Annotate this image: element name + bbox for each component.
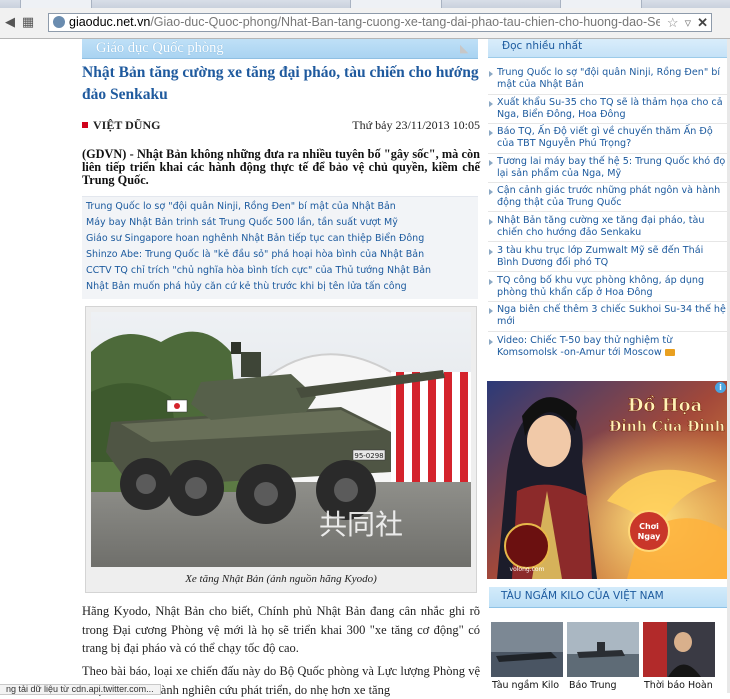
kilo-section-header: TÀU NGẦM KILO CỦA VIỆT NAM: [489, 587, 728, 608]
back-icon[interactable]: ◀: [2, 15, 18, 31]
related-link[interactable]: Máy bay Nhật Bản trinh sát Trung Quốc 50…: [86, 217, 398, 228]
browser-tab[interactable]: [350, 0, 442, 8]
related-links: Trung Quốc lo sợ "đội quân Ninji, Rồng Đ…: [82, 196, 478, 299]
ad-title-1: Đồ Họa: [628, 394, 703, 416]
popular-item[interactable]: Trung Quốc lo sợ "đội quân Ninji, Rồng Đ…: [489, 67, 727, 91]
close-icon[interactable]: ✕: [697, 14, 708, 31]
photo-watermark: 共同社: [319, 508, 403, 541]
article-meta: VIỆT DŨNG Thứ bảy 23/11/2013 10:05: [82, 118, 480, 134]
ad-cta-1: Chơi: [639, 522, 659, 531]
related-link[interactable]: Giáo sư Singapore hoan nghênh Nhật Bản t…: [86, 233, 424, 244]
divider: [488, 301, 730, 302]
article-figure: 95-0298 共同社 Xe tăng Nhật Bản (ảnh nguồn …: [85, 306, 477, 593]
ad-title-2: Đỉnh Của Đỉnh: [609, 418, 725, 435]
url-host: giaoduc.net.vn: [69, 15, 151, 29]
popular-item[interactable]: Báo TQ, Ấn Độ viết gì về chuyến thăm Ấn …: [489, 126, 727, 150]
article-paragraph: Hãng Kyodo, Nhật Bản cho biết, Chính phủ…: [82, 604, 480, 655]
related-link[interactable]: CCTV TQ chỉ trích "chủ nghĩa hòa bình tí…: [86, 265, 431, 276]
divider: [488, 211, 730, 212]
tank-plate: 95-0298: [354, 452, 383, 460]
kilo-section-title[interactable]: TÀU NGẦM KILO CỦA VIỆT NAM: [501, 590, 664, 602]
thumbnail-image[interactable]: [567, 622, 639, 677]
divider: [488, 182, 730, 183]
site-favicon-icon: [53, 16, 65, 28]
dropdown-icon[interactable]: ▿: [685, 14, 692, 31]
bullet-icon: [489, 279, 493, 285]
bullet-icon: [489, 130, 493, 136]
bullet-icon: [489, 189, 493, 195]
divider: [488, 271, 730, 272]
bullet-icon: [489, 71, 493, 77]
url-path: /Giao-duc-Quoc-phong/Nhat-Ban-tang-cuong…: [150, 15, 712, 29]
thumbnail-caption[interactable]: Báo Trung: [569, 680, 617, 691]
divider: [488, 123, 730, 124]
article-lead: (GDVN) - Nhật Bản không những đưa ra nhi…: [82, 147, 480, 187]
popular-item[interactable]: Video: Chiếc T-50 bay thử nghiệm từ Koms…: [489, 335, 727, 359]
divider: [488, 331, 730, 332]
popular-item[interactable]: Cận cảnh giác trước những phát ngôn và h…: [489, 185, 727, 209]
thumbnail-image[interactable]: [643, 622, 715, 677]
section-label[interactable]: Giáo dục Quốc phòng: [96, 39, 224, 57]
tab-strip: [0, 0, 730, 8]
address-bar[interactable]: giaoduc.net.vn/Giao-duc-Quoc-phong/Nhat-…: [48, 13, 712, 32]
popular-item[interactable]: TQ công bố khu vực phòng không, áp dụng …: [489, 275, 727, 299]
browser-tab[interactable]: [20, 0, 92, 8]
thumbnail-caption[interactable]: Tàu ngầm Kilo: [492, 680, 559, 691]
popular-item[interactable]: Nga biên chế thêm 3 chiếc Sukhoi Su-34 t…: [489, 304, 727, 328]
popular-title: Đọc nhiều nhất: [502, 40, 583, 52]
tank-illustration: 95-0298 共同社: [91, 312, 471, 567]
article-author: VIỆT DŨNG: [93, 118, 161, 132]
video-icon: [664, 348, 675, 356]
popular-item[interactable]: Xuất khẩu Su-35 cho TQ sẽ là thảm họa ch…: [489, 97, 727, 121]
popular-list: Trung Quốc lo sợ "đội quân Ninji, Rồng Đ…: [488, 58, 730, 368]
popular-item[interactable]: Nhật Bản tăng cường xe tăng đại pháo, tà…: [489, 215, 727, 239]
divider: [488, 153, 730, 154]
bullet-icon: [489, 308, 493, 314]
divider: [488, 241, 730, 242]
author-marker-icon: [82, 122, 88, 128]
address-actions: ☆ ▿ ✕: [659, 14, 711, 31]
tank-photo[interactable]: 95-0298 共同社: [91, 312, 471, 567]
navigation-bar: ◀ ▦ giaoduc.net.vn/Giao-duc-Quoc-phong/N…: [0, 8, 730, 39]
figure-caption: Xe tăng Nhật Bản (ảnh nguồn hãng Kyodo): [185, 573, 377, 585]
divider: [488, 94, 730, 95]
rss-icon[interactable]: ◣: [460, 42, 472, 55]
browser-status-bar: ng tải dữ liệu từ cdn.api.twitter.com...: [0, 684, 161, 695]
browser-tab[interactable]: [560, 0, 642, 8]
bullet-icon: [489, 160, 493, 166]
related-link[interactable]: Nhật Bản muốn phá hủy căn cứ kẻ thù trướ…: [86, 281, 407, 292]
popular-header: Đọc nhiều nhất: [488, 39, 730, 58]
thumbnail-caption[interactable]: Thời báo Hoàn: [644, 680, 713, 691]
star-icon[interactable]: ☆: [667, 14, 679, 31]
bullet-icon: [489, 339, 493, 345]
grid-icon[interactable]: ▦: [20, 15, 36, 31]
related-link[interactable]: Shinzo Abe: Trung Quốc là "kẻ đầu sỏ" ph…: [86, 249, 424, 260]
bullet-icon: [489, 101, 493, 107]
section-header: Giáo dục Quốc phòng ◣: [82, 39, 478, 59]
popular-item[interactable]: Tương lai máy bay thế hệ 5: Trung Quốc k…: [489, 156, 727, 180]
game-ad-banner[interactable]: volong.com Đồ Họa Đỉnh Của Đỉnh Chơi Nga…: [487, 381, 728, 579]
ad-artwork: volong.com Đồ Họa Đỉnh Của Đỉnh Chơi Nga…: [487, 381, 728, 579]
bullet-icon: [489, 219, 493, 225]
related-link[interactable]: Trung Quốc lo sợ "đội quân Ninji, Rồng Đ…: [86, 201, 396, 212]
article-date: Thứ bảy 23/11/2013 10:05: [352, 118, 480, 132]
ad-cta-2: Ngay: [638, 532, 662, 541]
thumbnail-image[interactable]: [491, 622, 563, 677]
article-title: Nhật Bản tăng cường xe tăng đại pháo, tà…: [82, 64, 479, 103]
ad-info-icon[interactable]: i: [715, 382, 726, 393]
popular-item[interactable]: 3 tàu khu trục lớp Zumwalt Mỹ sẽ đến Thá…: [489, 245, 727, 269]
ad-brand: volong.com: [510, 566, 545, 573]
bullet-icon: [489, 249, 493, 255]
